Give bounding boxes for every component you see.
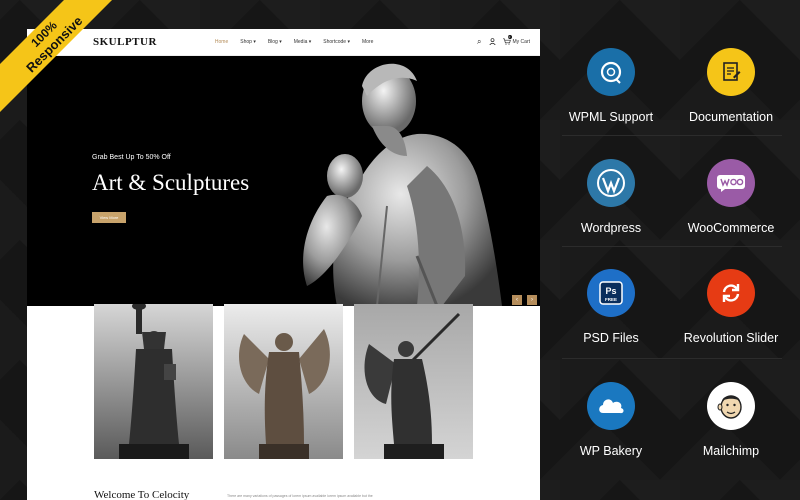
- gallery-card-liberty[interactable]: [94, 304, 213, 459]
- site-navbar: SKULPTUR Home Shop ▾ Blog ▾ Media ▾ Shor…: [27, 29, 540, 56]
- feature-label: PSD Files: [583, 331, 639, 345]
- feature-wpml: WPML Support: [552, 48, 670, 124]
- gallery-card-angel[interactable]: [224, 304, 343, 459]
- welcome-text: There are many variations of passages of…: [227, 494, 373, 498]
- welcome-title: Welcome To Celocity: [94, 489, 190, 500]
- svg-text:FREE: FREE: [605, 297, 617, 302]
- cloud-icon: [587, 382, 635, 430]
- feature-label: Documentation: [688, 110, 774, 124]
- feature-mailchimp: Mailchimp: [672, 382, 790, 458]
- main-menu: Home Shop ▾ Blog ▾ Media ▾ Shortcode ▾ M…: [215, 39, 373, 45]
- site-logo[interactable]: SKULPTUR: [93, 36, 157, 48]
- menu-item-shortcode[interactable]: Shortcode ▾: [323, 39, 350, 45]
- feature-psd: Ps FREE PSD Files: [552, 269, 670, 345]
- statue-of-liberty-image: [94, 304, 213, 459]
- menu-item-shop[interactable]: Shop ▾: [240, 39, 256, 45]
- view-more-button[interactable]: View More: [92, 212, 126, 223]
- hero-slider: Grab Best Up To 50% Off Art & Sculptures…: [27, 56, 540, 306]
- hero-title: Art & Sculptures: [92, 170, 250, 195]
- features-grid: WPML Support Documentation Wordpress Woo…: [552, 28, 790, 488]
- user-icon[interactable]: [488, 37, 496, 47]
- feature-label: Mailchimp: [702, 444, 760, 458]
- slider-next-button[interactable]: ›: [527, 295, 537, 305]
- sculpture-gallery: [94, 304, 473, 459]
- website-preview: SKULPTUR Home Shop ▾ Blog ▾ Media ▾ Shor…: [27, 29, 540, 500]
- feature-divider: [562, 246, 782, 247]
- feature-label: WooCommerce: [687, 221, 775, 235]
- menu-item-blog[interactable]: Blog ▾: [268, 39, 282, 45]
- gallery-card-warrior-angel[interactable]: [354, 304, 473, 459]
- svg-text:Ps: Ps: [605, 286, 616, 296]
- angel-statue-image: [224, 304, 343, 459]
- slider-prev-button[interactable]: ‹: [512, 295, 522, 305]
- wpml-icon: [587, 48, 635, 96]
- refresh-icon: [707, 269, 755, 317]
- menu-item-media[interactable]: Media ▾: [294, 39, 312, 45]
- documentation-icon: [707, 48, 755, 96]
- feature-woocommerce: WooCommerce: [672, 159, 790, 235]
- photoshop-icon: Ps FREE: [587, 269, 635, 317]
- feature-divider: [562, 358, 782, 359]
- feature-label: Wordpress: [580, 221, 642, 235]
- feature-label: Revolution Slider: [683, 331, 779, 345]
- feature-revolution-slider: Revolution Slider: [672, 269, 790, 345]
- nav-actions: ⌕ 0 My Cart: [477, 34, 531, 47]
- feature-wordpress: Wordpress: [552, 159, 670, 235]
- sculpture-hero-image: [303, 63, 502, 306]
- hero-subtitle: Grab Best Up To 50% Off: [92, 154, 171, 161]
- feature-divider: [562, 135, 782, 136]
- mailchimp-icon: [707, 382, 755, 430]
- chevron-right-icon: ›: [531, 297, 533, 303]
- cart-count-badge: 0: [507, 34, 512, 39]
- cart-icon: [502, 38, 511, 47]
- feature-wp-bakery: WP Bakery: [552, 382, 670, 458]
- wordpress-icon: [587, 159, 635, 207]
- woocommerce-icon: [707, 159, 755, 207]
- feature-label: WPML Support: [568, 110, 654, 124]
- search-icon[interactable]: ⌕: [477, 38, 481, 46]
- chevron-left-icon: ‹: [516, 297, 518, 303]
- feature-documentation: Documentation: [672, 48, 790, 124]
- cart-label: My Cart: [512, 39, 531, 45]
- feature-label: WP Bakery: [579, 444, 643, 458]
- menu-item-more[interactable]: More: [362, 39, 373, 45]
- cart-button[interactable]: 0 My Cart: [502, 34, 531, 47]
- warrior-angel-image: [354, 304, 473, 459]
- menu-item-home[interactable]: Home: [215, 39, 228, 45]
